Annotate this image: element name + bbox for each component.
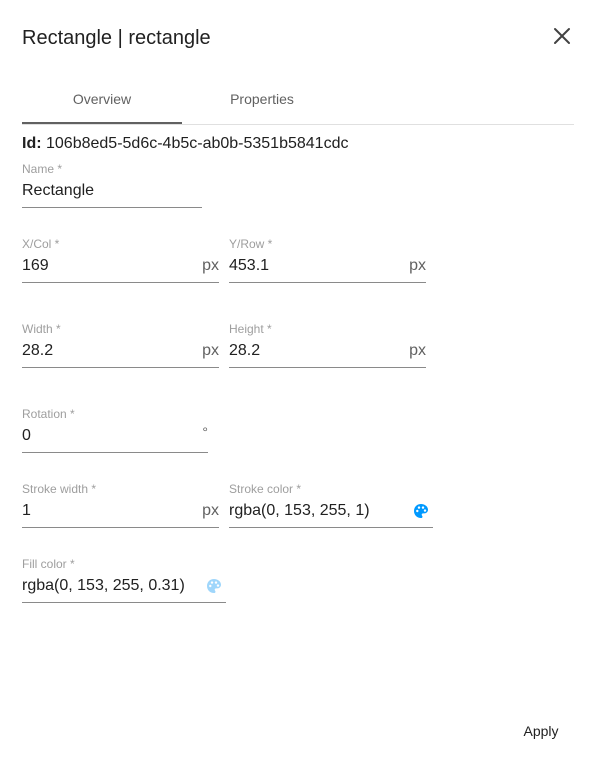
width-field[interactable]: Width * 28.2 px xyxy=(22,322,219,368)
fill-color-field[interactable]: Fill color * rgba(0, 153, 255, 0.31) xyxy=(22,557,226,603)
name-input[interactable]: Rectangle xyxy=(22,179,202,208)
rotation-label: Rotation * xyxy=(22,407,75,421)
x-col-unit: px xyxy=(202,257,219,274)
y-row-value: 453.1 xyxy=(229,257,270,274)
stroke-width-label: Stroke width * xyxy=(22,482,97,496)
tab-bar: Overview Properties xyxy=(22,85,574,125)
tab-overview[interactable]: Overview xyxy=(22,85,182,124)
y-row-field[interactable]: Y/Row * 453.1 px xyxy=(229,237,426,283)
tab-properties[interactable]: Properties xyxy=(182,85,342,122)
x-col-input[interactable]: 169 px xyxy=(22,254,219,283)
height-unit: px xyxy=(409,342,426,359)
stroke-width-value: 1 xyxy=(22,502,31,519)
id-line: Id: 106b8ed5-5d6c-4b5c-ab0b-5351b5841cdc xyxy=(22,135,348,153)
y-row-label: Y/Row * xyxy=(229,237,273,251)
fill-color-input[interactable]: rgba(0, 153, 255, 0.31) xyxy=(22,574,226,603)
stroke-width-input[interactable]: 1 px xyxy=(22,499,219,528)
fill-color-label: Fill color * xyxy=(22,557,75,571)
stroke-width-unit: px xyxy=(202,502,219,519)
x-col-field[interactable]: X/Col * 169 px xyxy=(22,237,219,283)
height-input[interactable]: 28.2 px xyxy=(229,339,426,368)
y-row-unit: px xyxy=(409,257,426,274)
rotation-value: 0 xyxy=(22,427,31,444)
y-row-input[interactable]: 453.1 px xyxy=(229,254,426,283)
width-label: Width * xyxy=(22,322,61,336)
close-icon[interactable] xyxy=(551,25,573,47)
stroke-color-input[interactable]: rgba(0, 153, 255, 1) xyxy=(229,499,433,528)
apply-button[interactable]: Apply xyxy=(510,718,572,744)
rotation-unit: ° xyxy=(202,424,208,440)
height-field[interactable]: Height * 28.2 px xyxy=(229,322,426,368)
name-field-label: Name * xyxy=(22,162,63,176)
height-value: 28.2 xyxy=(229,342,261,359)
rotation-field[interactable]: Rotation * 0 ° xyxy=(22,407,208,453)
height-label: Height * xyxy=(229,322,272,336)
stroke-width-field[interactable]: Stroke width * 1 px xyxy=(22,482,219,528)
width-value: 28.2 xyxy=(22,342,54,359)
name-input-value: Rectangle xyxy=(22,182,95,199)
x-col-value: 169 xyxy=(22,257,49,274)
stroke-color-field[interactable]: Stroke color * rgba(0, 153, 255, 1) xyxy=(229,482,433,528)
palette-icon[interactable] xyxy=(413,503,429,519)
stroke-color-label: Stroke color * xyxy=(229,482,302,496)
fill-color-value: rgba(0, 153, 255, 0.31) xyxy=(22,577,185,594)
width-unit: px xyxy=(202,342,219,359)
palette-icon[interactable] xyxy=(206,578,222,594)
stroke-color-value: rgba(0, 153, 255, 1) xyxy=(229,502,370,519)
dialog-title: Rectangle | rectangle xyxy=(22,27,211,49)
x-col-label: X/Col * xyxy=(22,237,60,251)
name-field[interactable]: Name * Rectangle xyxy=(22,162,202,208)
id-label: Id: xyxy=(22,135,42,152)
rotation-input[interactable]: 0 ° xyxy=(22,424,208,453)
width-input[interactable]: 28.2 px xyxy=(22,339,219,368)
id-value: 106b8ed5-5d6c-4b5c-ab0b-5351b5841cdc xyxy=(46,135,349,152)
